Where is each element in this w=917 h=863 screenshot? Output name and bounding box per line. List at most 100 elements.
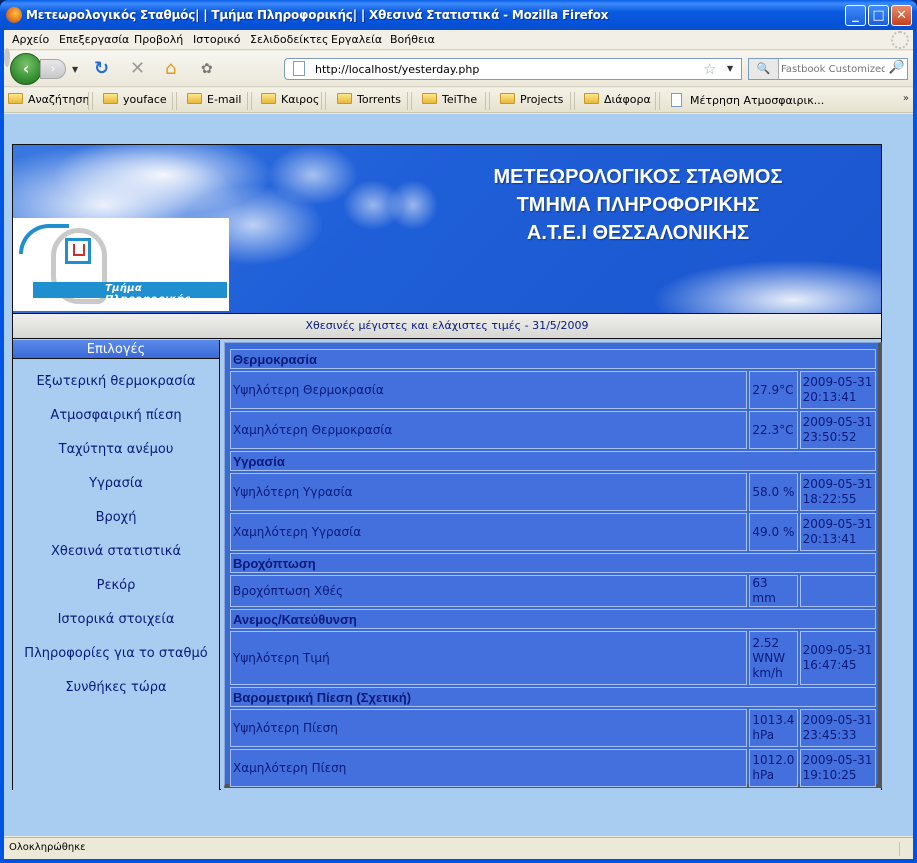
department-logo: Τμήμα Πληροφορικής xyxy=(13,218,229,311)
search-input[interactable] xyxy=(781,61,885,77)
url-bar[interactable]: http://localhost/yesterday.php ☆ ▼ xyxy=(284,58,742,80)
bookmark-item[interactable]: Καιρος xyxy=(261,93,319,109)
sidebar-item-outdoor-temperature[interactable]: Εξωτερική θερμοκρασία xyxy=(13,365,219,399)
forward-button[interactable]: › xyxy=(40,59,66,79)
close-button[interactable]: ✕ xyxy=(891,5,912,26)
menu-view[interactable]: Προβολή xyxy=(134,33,183,46)
section-heading-rain: Βροχόπτωση xyxy=(230,553,876,573)
table-row: Χαμηλότερη Θερμοκρασία 22.3°C 2009-05-31… xyxy=(230,411,876,449)
bookmark-item[interactable]: TeiThe xyxy=(422,93,477,109)
bookmark-item[interactable]: youface xyxy=(103,93,167,109)
stat-value: 2.52 WNW km/h xyxy=(749,631,798,685)
url-text[interactable]: http://localhost/yesterday.php xyxy=(315,63,479,76)
bookmark-separator xyxy=(655,92,660,110)
menu-file[interactable]: Αρχείο xyxy=(12,33,49,46)
stat-label: Χαμηλότερη Θερμοκρασία xyxy=(230,411,748,449)
folder-icon xyxy=(103,93,118,104)
menu-bar: Αρχείο Επεξεργασία Προβολή Ιστορικό Σελι… xyxy=(4,30,913,50)
bookmark-separator xyxy=(407,92,412,110)
stat-value: 1012.0 hPa xyxy=(749,749,798,787)
sidebar-item-station-info[interactable]: Πληροφορίες για το σταθμό xyxy=(13,637,219,671)
sidebar-item-wind-speed[interactable]: Ταχύτητα ανέμου xyxy=(13,433,219,467)
minimize-button[interactable]: _ xyxy=(845,5,866,26)
section-row: Βαρομετρική Πίεση (Σχετική) xyxy=(230,687,876,707)
bookmarks-overflow-button[interactable]: » xyxy=(903,93,909,104)
stat-time: 2009-05-31 23:50:52 xyxy=(799,411,876,449)
menu-edit[interactable]: Επεξεργασία xyxy=(59,33,129,46)
search-go-icon[interactable]: 🔎 xyxy=(889,60,905,75)
status-bar: Ολοκληρώθηκε xyxy=(4,837,913,859)
menu-tools[interactable]: Εργαλεία xyxy=(331,33,382,46)
title-bar: Μετεωρολογικός Σταθμός| | Τμήμα Πληροφορ… xyxy=(0,0,917,30)
logo-text: Τμήμα Πληροφορικής xyxy=(105,283,191,305)
bookmark-separator xyxy=(570,92,575,110)
site-container: Τμήμα Πληροφορικής ΜΕΤΕΩΡΟΛΟΓΙΚΟΣ ΣΤΑΘΜΟ… xyxy=(12,144,882,790)
stat-time: 2009-05-31 20:13:41 xyxy=(799,371,876,409)
bookmark-item[interactable]: Projects xyxy=(500,93,563,109)
bookmarks-toolbar: Αναζήτηση youface E-mail Καιρος Torrents… xyxy=(4,88,913,113)
forward-arrow-icon: › xyxy=(50,62,56,75)
throbber-icon xyxy=(891,31,909,49)
stop-icon[interactable]: ✕ xyxy=(130,59,145,79)
table-row: Υψηλότερη Θερμοκρασία 27.9°C 2009-05-31 … xyxy=(230,371,876,409)
bookmark-item[interactable]: Διάφορα xyxy=(584,93,651,109)
table-row: Υψηλότερη Πίεση 1013.4 hPa 2009-05-31 23… xyxy=(230,709,876,747)
search-engine-icon[interactable]: 🔍 xyxy=(749,59,779,79)
menu-history[interactable]: Ιστορικό xyxy=(193,33,241,46)
status-text: Ολοκληρώθηκε xyxy=(9,842,86,853)
stat-time: 2009-05-31 16:47:45 xyxy=(799,631,876,685)
search-box[interactable]: 🔍 🔎 xyxy=(748,58,908,80)
bookmark-star-icon[interactable]: ☆ xyxy=(703,60,716,78)
section-row: Ανεμος/Κατεύθυνση xyxy=(230,609,876,629)
maximize-button[interactable]: □ xyxy=(868,5,889,26)
back-arrow-icon: ‹ xyxy=(22,59,30,78)
site-banner: Τμήμα Πληροφορικής ΜΕΤΕΩΡΟΛΟΓΙΚΟΣ ΣΤΑΘΜΟ… xyxy=(13,145,881,313)
sidebar-item-pressure[interactable]: Ατμοσφαιρική πίεση xyxy=(13,399,219,433)
bookmark-item[interactable]: E-mail xyxy=(187,93,242,109)
section-heading-temperature: Θερμοκρασία xyxy=(230,349,876,369)
folder-icon xyxy=(261,93,276,104)
page-icon xyxy=(293,61,305,76)
sidebar: Επιλογές Εξωτερική θερμοκρασία Ατμοσφαιρ… xyxy=(13,340,220,790)
bookmark-separator xyxy=(88,92,93,110)
sidebar-item-current-conditions[interactable]: Συνθήκες τώρα xyxy=(13,671,219,705)
bookmark-separator xyxy=(172,92,177,110)
page-subtitle: Χθεσινές μέγιστες και ελάχιστες τιμές - … xyxy=(13,313,881,339)
sidebar-item-rain[interactable]: Βροχή xyxy=(13,501,219,535)
home-icon[interactable]: ⌂ xyxy=(165,59,176,79)
stat-label: Χαμηλότερη Υγρασία xyxy=(230,513,748,551)
menu-help[interactable]: Βοήθεια xyxy=(390,33,435,46)
sidebar-item-yesterday-stats[interactable]: Χθεσινά στατιστικά xyxy=(13,535,219,569)
logo-red-mark-icon xyxy=(73,244,85,256)
stat-label: Υψηλότερη Πίεση xyxy=(230,709,748,747)
folder-icon xyxy=(500,93,515,104)
history-circle-icon[interactable] xyxy=(4,48,10,67)
section-row: Βροχόπτωση xyxy=(230,553,876,573)
history-dropdown-icon[interactable]: ▼ xyxy=(72,65,78,74)
url-dropdown-icon[interactable]: ▼ xyxy=(727,64,733,73)
bookmark-item[interactable]: Αναζήτηση xyxy=(8,93,89,109)
section-heading-wind: Ανεμος/Κατεύθυνση xyxy=(230,609,876,629)
heading-line: ΤΜΗΜΑ ΠΛΗΡΟΦΟΡΙΚΗΣ xyxy=(516,194,760,216)
folder-icon xyxy=(187,93,202,104)
sidebar-heading: Επιλογές xyxy=(13,340,219,359)
resize-grip-icon[interactable] xyxy=(899,842,911,856)
table-row: Χαμηλότερη Πίεση 1012.0 hPa 2009-05-31 1… xyxy=(230,749,876,787)
stat-value: 58.0 % xyxy=(749,473,798,511)
browser-client: Αρχείο Επεξεργασία Προβολή Ιστορικό Σελι… xyxy=(4,30,913,859)
navigation-toolbar: ‹ › ▼ ↻ ✕ ⌂ ✿ http://localhost/yesterday… xyxy=(4,48,913,87)
stat-time xyxy=(799,575,876,607)
bookmark-item[interactable]: Μέτρηση Ατμοσφαιρικ... xyxy=(671,93,824,109)
menu-bookmarks[interactable]: Σελιδοδείκτες xyxy=(250,33,329,46)
sidebar-item-history[interactable]: Ιστορικά στοιχεία xyxy=(13,603,219,637)
back-button[interactable]: ‹ xyxy=(10,53,42,85)
stat-label: Βροχόπτωση Χθές xyxy=(230,575,748,607)
stat-label: Υψηλότερη Τιμή xyxy=(230,631,748,685)
stat-label: Υψηλότερη Θερμοκρασία xyxy=(230,371,748,409)
addon-icon[interactable]: ✿ xyxy=(201,59,213,79)
sidebar-item-humidity[interactable]: Υγρασία xyxy=(13,467,219,501)
table-row: Υψηλότερη Τιμή 2.52 WNW km/h 2009-05-31 … xyxy=(230,631,876,685)
bookmark-item[interactable]: Torrents xyxy=(337,93,401,109)
sidebar-item-records[interactable]: Ρεκόρ xyxy=(13,569,219,603)
reload-icon[interactable]: ↻ xyxy=(94,59,109,79)
